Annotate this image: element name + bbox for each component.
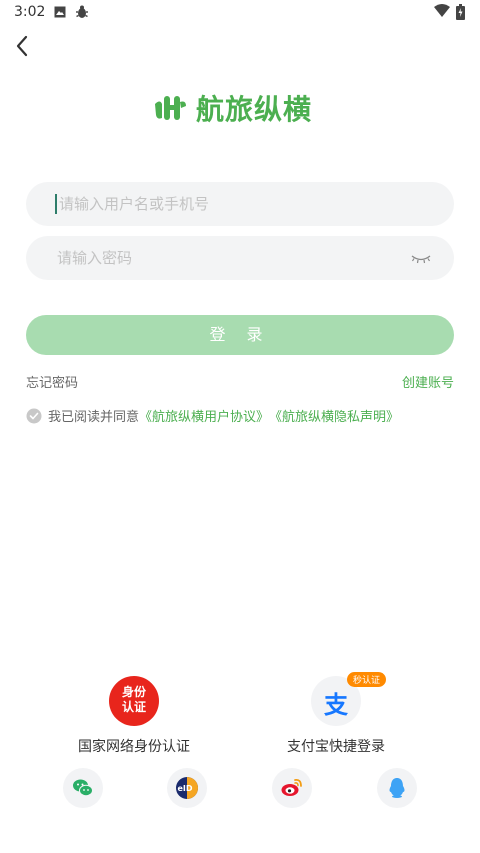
debug-notification-icon (76, 5, 88, 18)
app-logo: 航旅纵横 (152, 88, 332, 128)
instant-verify-badge: 秒认证 (347, 672, 387, 687)
alipay-login-label: 支付宝快捷登录 (287, 739, 385, 755)
create-account-link[interactable]: 创建账号 (402, 372, 454, 391)
wechat-icon (73, 779, 93, 797)
logo-mark-icon (155, 96, 186, 120)
eid-icon: eID (176, 777, 198, 799)
agreement-row: 我已阅读并同意 《航旅纵横用户协议》 《航旅纵横隐私声明》 (26, 406, 399, 425)
eid-seal-icon: 身份 认证 (109, 676, 159, 726)
text-caret (55, 194, 57, 214)
alipay-icon: 支 秒认证 (311, 672, 387, 726)
image-notification-icon (54, 6, 66, 18)
eid-seal-line1: 身份 (121, 685, 146, 699)
status-time: 3:02 (14, 4, 46, 20)
eid-small-login-button[interactable]: eID (167, 768, 207, 808)
user-agreement-link[interactable]: 《航旅纵横用户协议》 (139, 406, 269, 425)
eye-closed-icon[interactable] (410, 249, 432, 267)
eid-login-label: 国家网络身份认证 (78, 739, 190, 755)
alipay-login-option[interactable]: 支 秒认证 支付宝快捷登录 (236, 672, 436, 756)
password-field[interactable] (26, 236, 454, 280)
agreement-prefix: 我已阅读并同意 (48, 410, 140, 425)
status-bar: 3:02 (0, 0, 480, 26)
eid-seal-line2: 认证 (121, 700, 146, 714)
login-button[interactable]: 登 录 (26, 315, 454, 355)
qq-icon (389, 778, 405, 798)
alipay-glyph: 支 (324, 691, 348, 719)
forgot-password-link[interactable]: 忘记密码 (26, 372, 78, 391)
wifi-icon (434, 4, 450, 17)
username-input[interactable] (59, 195, 399, 213)
weibo-icon (281, 778, 302, 796)
agreement-checkbox[interactable] (26, 408, 42, 424)
battery-icon (456, 4, 465, 20)
wechat-login-button[interactable] (63, 768, 103, 808)
username-field[interactable] (26, 182, 454, 226)
password-input[interactable] (57, 249, 397, 267)
svg-text:eID: eID (178, 784, 193, 793)
privacy-policy-link[interactable]: 《航旅纵横隐私声明》 (269, 406, 399, 425)
weibo-login-button[interactable] (272, 768, 312, 808)
qq-login-button[interactable] (377, 768, 417, 808)
logo-text: 航旅纵横 (196, 93, 313, 126)
eid-login-option[interactable]: 身份 认证 国家网络身份认证 (34, 676, 234, 756)
back-button[interactable] (10, 32, 38, 60)
